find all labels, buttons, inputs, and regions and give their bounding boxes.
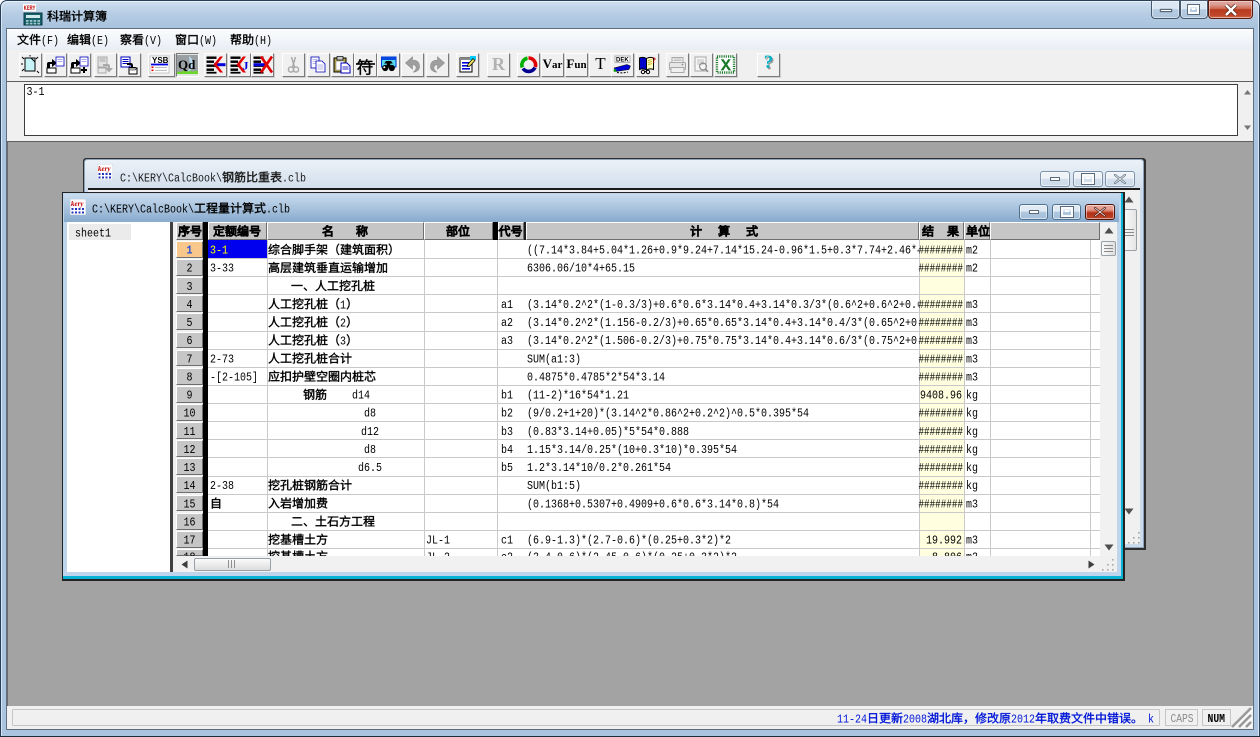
svg-text:Qd: Qd <box>178 57 196 72</box>
svg-text:J: J <box>243 59 249 73</box>
svg-text:DEK: DEK <box>616 58 629 64</box>
svg-text:KERY: KERY <box>24 6 36 12</box>
svg-text:?: ? <box>652 56 656 65</box>
svg-text:kery: kery <box>98 165 111 173</box>
svg-text:kery: kery <box>71 200 84 208</box>
